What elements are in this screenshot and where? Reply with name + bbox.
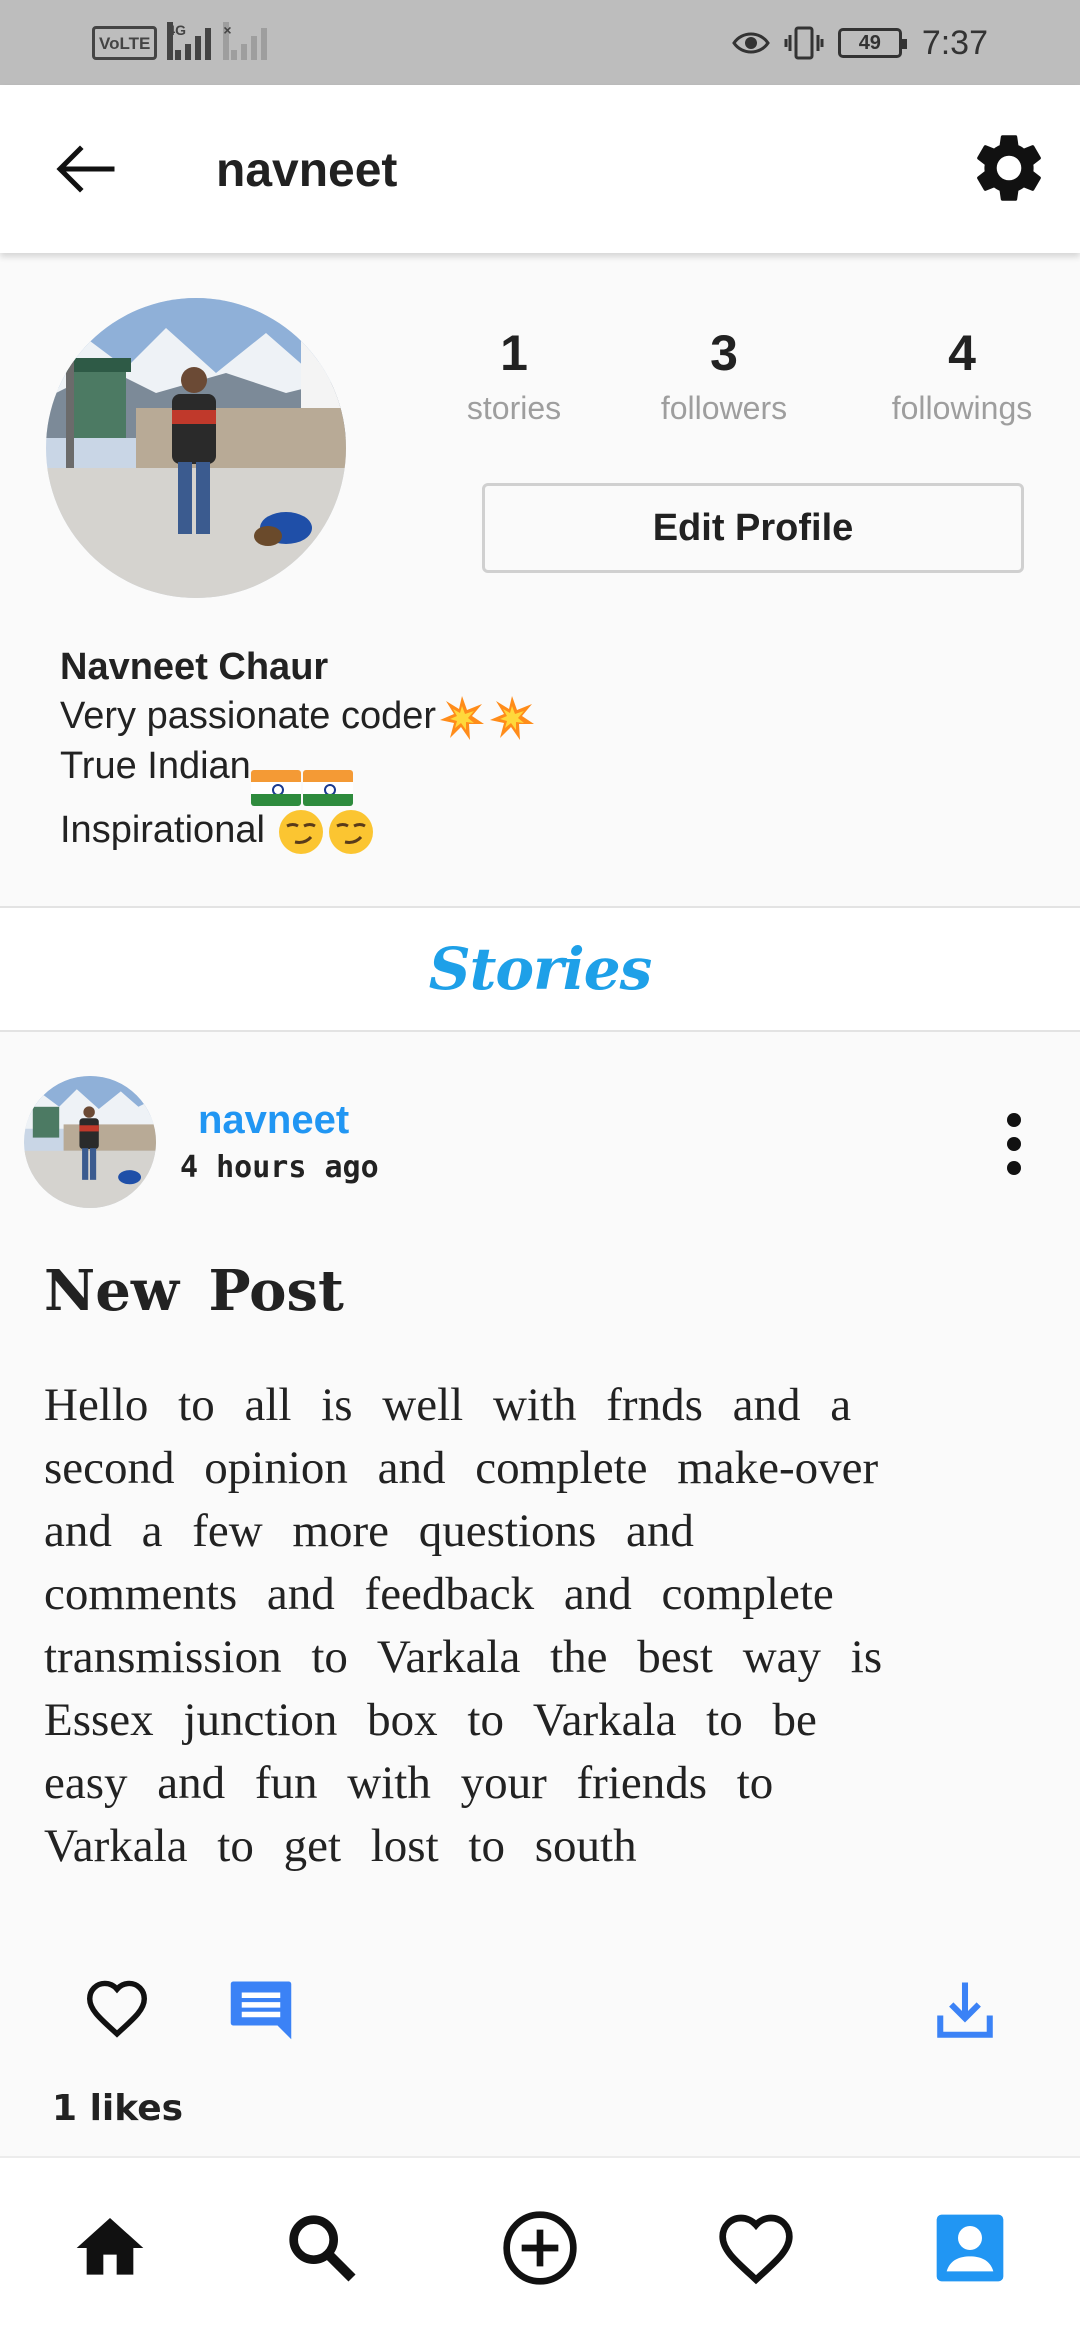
post-body-line: easy and fun with your friends to xyxy=(44,1757,774,1809)
status-right: 49 7:37 xyxy=(732,20,988,66)
eye-comfort-icon xyxy=(732,32,770,54)
back-arrow-icon[interactable] xyxy=(52,143,116,195)
profile-avatar[interactable] xyxy=(46,298,346,598)
status-bar: VoLTE 4G × 49 7:37 xyxy=(0,0,1080,85)
bottom-nav xyxy=(0,2156,1080,2340)
edit-profile-button[interactable]: Edit Profile xyxy=(482,483,1024,573)
post-body-line: comments and feedback and complete xyxy=(44,1568,834,1620)
account-box-icon[interactable] xyxy=(930,2208,1010,2288)
comment-icon[interactable] xyxy=(228,1976,294,2042)
stat-followers-label: followers xyxy=(660,390,788,426)
stat-followings-label: followings xyxy=(891,390,1033,426)
network-type: 4G xyxy=(167,22,186,60)
status-left: VoLTE 4G × xyxy=(92,22,269,64)
india-flag-icon xyxy=(250,769,301,806)
bio-text-2: True Indian xyxy=(60,744,251,787)
signal-icon: 4G xyxy=(167,22,213,60)
page-title: navneet xyxy=(216,144,398,197)
search-icon[interactable] xyxy=(282,2208,362,2288)
post-timestamp: 4 hours ago xyxy=(180,1150,379,1185)
bio-line: True Indian xyxy=(60,742,536,806)
post-body-line: Varkala to get lost to south xyxy=(44,1820,637,1872)
post-body-line: and a few more questions and xyxy=(44,1505,694,1557)
stat-stories[interactable]: 1 stories xyxy=(414,318,614,428)
add-circle-icon[interactable] xyxy=(500,2208,580,2288)
stat-followers[interactable]: 3 followers xyxy=(624,318,824,428)
smirking-face-icon xyxy=(279,809,324,854)
divider xyxy=(0,1030,1080,1032)
bio-text-1: Very passionate coder xyxy=(60,695,437,737)
heart-outline-icon[interactable] xyxy=(716,2208,796,2288)
collision-emoji-icon xyxy=(490,695,535,740)
post-author-avatar[interactable] xyxy=(24,1076,156,1208)
post-body-line: Essex junction box to Varkala to be xyxy=(44,1694,817,1746)
post-body-line: Hello to all is well with frnds and a xyxy=(44,1379,852,1431)
home-icon[interactable] xyxy=(70,2208,150,2288)
stories-header[interactable]: Stories xyxy=(0,908,1080,1030)
bio: Navneet Chaur Very passionate coder True… xyxy=(60,642,536,856)
battery-indicator: 49 xyxy=(837,28,907,58)
bio-line: Very passionate coder xyxy=(60,692,536,742)
stat-followings[interactable]: 4 followings xyxy=(862,318,1062,428)
more-vert-icon[interactable] xyxy=(1002,1110,1026,1178)
bio-line: Inspirational xyxy=(60,806,536,856)
volte-indicator: VoLTE xyxy=(92,26,158,60)
heart-icon[interactable] xyxy=(84,1978,150,2038)
likes-count[interactable]: 1 likes xyxy=(52,2088,183,2129)
profile-name: Navneet Chaur xyxy=(60,646,329,688)
stories-label: Stories xyxy=(428,935,653,1003)
stat-stories-count: 1 xyxy=(500,325,528,381)
smirking-face-icon xyxy=(329,809,374,854)
signal-2-icon: × xyxy=(223,22,269,60)
post-username[interactable]: navneet xyxy=(198,1098,349,1143)
india-flag-icon xyxy=(302,769,353,806)
gear-icon[interactable] xyxy=(968,127,1050,209)
download-icon[interactable] xyxy=(932,1976,998,2044)
post-body-line: transmission to Varkala the best way is xyxy=(44,1631,883,1683)
collision-emoji-icon xyxy=(440,695,485,740)
clock: 7:37 xyxy=(921,23,988,62)
app-bar: navneet xyxy=(0,85,1080,253)
post-title: New Post xyxy=(44,1258,344,1324)
stat-followings-count: 4 xyxy=(948,325,976,381)
vibrate-icon xyxy=(784,26,824,60)
post-body: Hello to all is well with frnds and a se… xyxy=(44,1374,1044,1878)
stat-stories-label: stories xyxy=(466,390,562,426)
bio-text-3: Inspirational xyxy=(60,808,276,851)
post-body-line: second opinion and complete make-over xyxy=(44,1442,879,1494)
stat-followers-count: 3 xyxy=(710,325,738,381)
